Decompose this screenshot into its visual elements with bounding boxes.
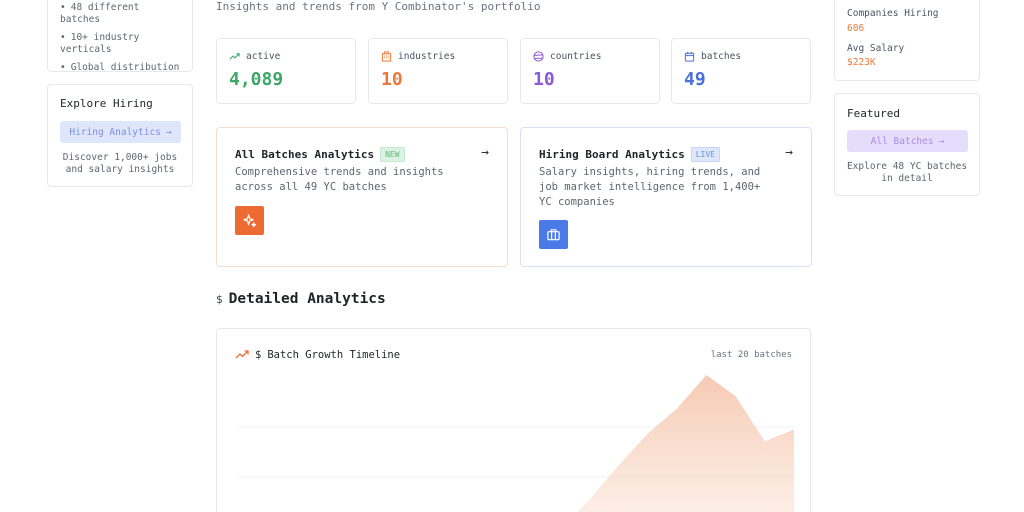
stat-value: 4,089 xyxy=(229,69,284,90)
summary-list: • 48 different batches • 10+ industry vert… xyxy=(48,0,192,74)
hiring-stats-card: Companies Hiring 606 Avg Salary $223K xyxy=(834,0,980,81)
live-badge: LIVE xyxy=(690,147,720,162)
feature-title: Hiring Board Analytics xyxy=(539,148,685,161)
batch-growth-area xyxy=(577,375,794,512)
avg-salary-label: Avg Salary xyxy=(847,43,905,54)
companies-hiring-value: 606 xyxy=(847,23,865,34)
trending-up-icon xyxy=(229,53,240,60)
stat-label: batches xyxy=(701,51,742,62)
stat-value: 10 xyxy=(533,69,555,90)
arrow-right-icon: → xyxy=(938,135,945,147)
stat-label: countries xyxy=(550,51,602,62)
hiring-analytics-button-label: Hiring Analytics xyxy=(69,126,161,138)
stat-value: 49 xyxy=(684,69,706,90)
avg-salary-value: $223K xyxy=(847,57,876,68)
briefcase-icon xyxy=(539,220,568,249)
feature-title: All Batches Analytics xyxy=(235,148,375,161)
stat-card-countries: countries 10 xyxy=(520,38,660,104)
section-prefix: $ xyxy=(216,293,223,306)
stat-card-industries: industries 10 xyxy=(368,38,508,104)
chart-prefix: $ xyxy=(255,349,262,361)
featured-card: Featured All Batches → Explore 48 YC bat… xyxy=(834,93,980,196)
stat-label: active xyxy=(246,51,281,62)
explore-hiring-title: Explore Hiring xyxy=(60,97,153,110)
feature-description: Comprehensive trends and insights across… xyxy=(235,166,444,193)
sparkles-icon xyxy=(235,206,264,235)
summary-item: • 10+ industry verticals xyxy=(60,32,140,55)
batch-summary-card: • 48 different batches • 10+ industry vert… xyxy=(47,0,193,74)
stat-card-active: active 4,089 xyxy=(216,38,356,104)
batch-growth-chart-card: $ Batch Growth Timeline last 20 batches xyxy=(216,328,811,512)
building-icon xyxy=(381,51,392,62)
page-subtitle: Insights and trends from Y Combinator's … xyxy=(216,0,541,13)
explore-hiring-description: Discover 1,000+ jobs and salary insights xyxy=(62,152,178,175)
featured-description: Explore 48 YC batches in detail xyxy=(846,161,968,184)
chart-title: Batch Growth Timeline xyxy=(267,349,401,361)
arrow-right-icon: → xyxy=(481,145,489,160)
summary-item: • Global distribution xyxy=(60,62,180,73)
chart-range-label: last 20 batches xyxy=(710,350,792,360)
hiring-board-analytics-card[interactable]: Hiring Board Analytics LIVE → Salary ins… xyxy=(520,127,812,267)
trending-up-icon xyxy=(235,350,249,359)
featured-title: Featured xyxy=(847,107,900,120)
stat-card-batches: batches 49 xyxy=(671,38,811,104)
new-badge: NEW xyxy=(380,147,405,162)
arrow-right-icon: → xyxy=(165,126,172,138)
arrow-right-icon: → xyxy=(785,145,793,160)
section-title: $ Detailed Analytics xyxy=(216,291,386,307)
globe-icon xyxy=(533,51,544,62)
stat-value: 10 xyxy=(381,69,403,90)
summary-item: • 48 different batches xyxy=(60,2,140,25)
companies-hiring-label: Companies Hiring xyxy=(847,8,939,19)
explore-hiring-card: Explore Hiring Hiring Analytics → Discov… xyxy=(47,84,193,187)
all-batches-button-label: All Batches xyxy=(870,135,934,147)
stat-label: industries xyxy=(398,51,456,62)
all-batches-button[interactable]: All Batches → xyxy=(847,130,968,152)
all-batches-analytics-card[interactable]: All Batches Analytics NEW → Comprehensiv… xyxy=(216,127,508,267)
feature-description: Salary insights, hiring trends, and job … xyxy=(539,166,761,208)
chart-header: $ Batch Growth Timeline xyxy=(235,349,400,361)
hiring-analytics-button[interactable]: Hiring Analytics → xyxy=(60,121,181,143)
section-title-text: Detailed Analytics xyxy=(228,291,386,307)
calendar-icon xyxy=(684,51,695,62)
